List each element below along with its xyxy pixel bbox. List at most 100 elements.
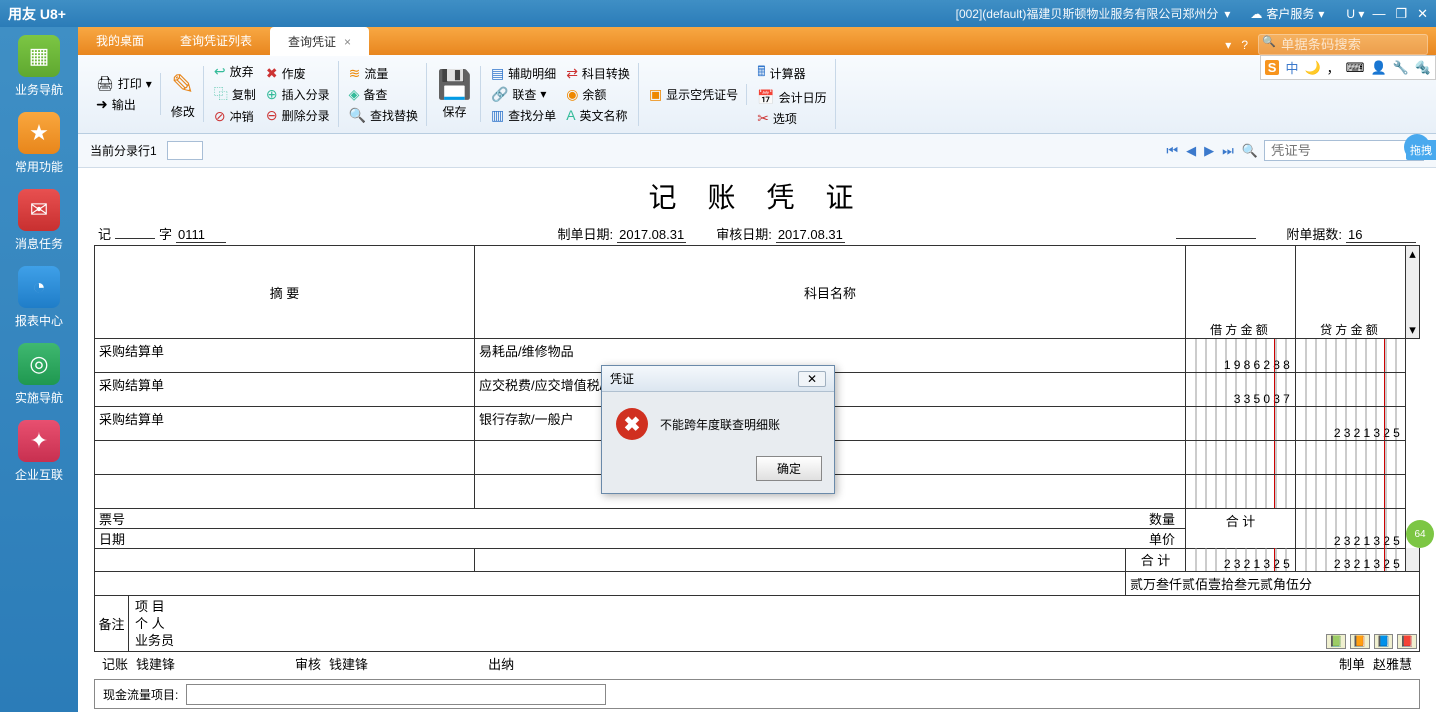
nav-messages[interactable]: ✉消息任务 <box>15 189 63 252</box>
ime-moon-icon[interactable]: 🌙 <box>1304 60 1320 76</box>
customer-service[interactable]: ☁ 客户服务▾ <box>1250 5 1324 22</box>
modify-button[interactable]: ✎修改 <box>171 68 195 120</box>
tab-voucher-list[interactable]: 查询凭证列表 <box>162 26 270 55</box>
help-icon[interactable]: ? <box>1241 38 1248 52</box>
prev-record-icon[interactable]: ◀ <box>1184 143 1198 159</box>
close-icon[interactable]: ✕ <box>1417 6 1428 22</box>
nav-common[interactable]: ★常用功能 <box>15 112 63 175</box>
tab-desktop[interactable]: 我的桌面 <box>78 26 162 55</box>
delete-entry-button[interactable]: ⊖删除分录 <box>266 107 330 124</box>
output-button[interactable]: ➜输出 <box>96 96 152 113</box>
flow-button[interactable]: ≋流量 <box>349 65 418 82</box>
dialog-message: 不能跨年度联查明细账 <box>660 416 780 433</box>
total-credit: 2321325 <box>1296 548 1406 572</box>
voucher-title: 记 账 凭 证 <box>94 176 1420 216</box>
void-button[interactable]: ✖作废 <box>266 65 330 82</box>
scrollbar[interactable]: ▴▾ <box>1406 246 1420 339</box>
tab-close-icon[interactable]: × <box>344 35 351 49</box>
backup-button[interactable]: ◈备查 <box>349 86 418 103</box>
cashflow-input[interactable] <box>186 684 606 705</box>
ime-tool-icon[interactable]: 🔧 <box>1393 60 1409 76</box>
col-abstract: 摘 要 <box>95 246 475 339</box>
copy-button[interactable]: ⿻复制 <box>214 84 256 104</box>
balance-button[interactable]: ◉余额 <box>566 86 630 103</box>
dialog-close-icon[interactable]: ✕ <box>798 371 826 387</box>
abandon-button[interactable]: ↩放弃 <box>214 63 256 80</box>
writeoff-button[interactable]: ⊘冲销 <box>214 108 256 125</box>
sign-sh-value: 钱建锋 <box>329 654 368 673</box>
nav-business[interactable]: ▦业务导航 <box>15 35 63 98</box>
status-icon-2[interactable]: 📙 <box>1350 634 1370 649</box>
restore-icon[interactable]: ❐ <box>1395 6 1407 22</box>
window-buttons: — ❐ ✕ <box>1372 6 1428 22</box>
attach-count: 16 <box>1346 227 1416 243</box>
dialog-title: 凭证 <box>610 370 634 387</box>
chinese-amount: 贰万叁仟贰佰壹拾叁元贰角伍分 <box>1126 572 1420 596</box>
toolbar: 🖨打印 ▾ ➜输出 ✎修改 ↩放弃 ⿻复制 ⊘冲销 ✖作废 ⊕插入分录 ⊖删除分… <box>78 55 1436 134</box>
total-debit: 2321325 <box>1186 548 1296 572</box>
error-icon: ✖ <box>616 408 648 440</box>
sogou-icon: S <box>1265 60 1280 75</box>
audit-date: 2017.08.31 <box>776 227 845 243</box>
voucher-search-icon[interactable]: 🔍 <box>1240 143 1260 159</box>
col-credit: 贷方金额 <box>1296 246 1406 339</box>
current-entry-input[interactable] <box>167 141 203 160</box>
minimize-icon[interactable]: — <box>1372 6 1385 22</box>
dropdown-icon[interactable]: ▾ <box>1224 7 1230 21</box>
drag-handle[interactable]: 拖拽 <box>1406 140 1436 160</box>
link-query-button[interactable]: 🔗联查 ▾ <box>491 86 556 103</box>
insert-entry-button[interactable]: ⊕插入分录 <box>266 86 330 103</box>
english-name-button[interactable]: A英文名称 <box>566 107 630 124</box>
tab-voucher-query[interactable]: 查询凭证× <box>270 27 369 56</box>
calendar-button[interactable]: 📅会计日历 <box>757 89 826 106</box>
search-input[interactable] <box>1258 34 1428 55</box>
make-date: 2017.08.31 <box>617 227 686 243</box>
remarks-section: 备注 项 目 个 人 业务员 📗 📙 📘 📕 <box>94 596 1420 652</box>
ime-comma-icon[interactable]: ， <box>1327 58 1340 77</box>
ime-keyboard-icon[interactable]: ⌨ <box>1346 60 1365 76</box>
nav-impl[interactable]: ◎实施导航 <box>15 343 63 406</box>
ime-indicator: S 中 🌙 ， ⌨ 👤 🔧 🔩 <box>1260 55 1436 80</box>
options-button[interactable]: ✂选项 <box>757 110 826 127</box>
last-record-icon[interactable]: ⏭ <box>1220 143 1236 159</box>
float-badge[interactable]: 64 <box>1406 520 1434 548</box>
nav-reports[interactable]: ◔报表中心 <box>15 266 63 329</box>
nav-row: 当前分录行1 ⏮ ◀ ▶ ⏭ 🔍 <box>78 134 1436 168</box>
col-debit: 借方金额 <box>1186 246 1296 339</box>
subject-convert-button[interactable]: ⇄科目转换 <box>566 65 630 82</box>
col-subject: 科目名称 <box>475 246 1186 339</box>
status-icon-4[interactable]: 📕 <box>1397 634 1417 649</box>
left-nav: ▦业务导航 ★常用功能 ✉消息任务 ◔报表中心 ◎实施导航 ✦企业互联 <box>0 27 78 712</box>
org-name: [002](default)福建贝斯顿物业服务有限公司郑州分 <box>956 5 1219 22</box>
find-replace-button[interactable]: 🔍查找替换 <box>349 107 418 124</box>
sign-jz-value: 钱建锋 <box>136 654 175 673</box>
current-entry-label: 当前分录行1 <box>90 142 157 159</box>
nav-enterprise[interactable]: ✦企业互联 <box>15 420 63 483</box>
voucher-num-input[interactable] <box>1264 140 1424 161</box>
status-icon-1[interactable]: 📗 <box>1326 634 1346 649</box>
next-record-icon[interactable]: ▶ <box>1202 143 1216 159</box>
sign-zd-value: 赵雅慧 <box>1373 654 1412 673</box>
u-menu[interactable]: U ▾ <box>1346 7 1364 21</box>
find-split-button[interactable]: ▥查找分单 <box>491 107 556 124</box>
voucher-number: 0111 <box>176 227 226 243</box>
titlebar: 用友 U8+ [002](default)福建贝斯顿物业服务有限公司郑州分 ▾ … <box>0 0 1436 27</box>
show-empty-button[interactable]: ▣显示空凭证号 <box>649 86 738 103</box>
sum-debit: 2321325 <box>1296 509 1406 549</box>
signature-row: 记账钱建锋 审核钱建锋 出纳 制单赵雅慧 <box>94 652 1420 675</box>
aux-detail-button[interactable]: ▤辅助明细 <box>491 65 556 82</box>
first-record-icon[interactable]: ⏮ <box>1164 143 1180 159</box>
app-logo: 用友 U8+ <box>8 4 66 24</box>
status-icon-3[interactable]: 📘 <box>1374 634 1394 649</box>
tab-menu-icon[interactable]: ▾ <box>1225 38 1231 52</box>
error-dialog: 凭证 ✕ ✖ 不能跨年度联查明细账 确定 <box>601 365 835 494</box>
print-button[interactable]: 🖨打印 ▾ <box>96 75 152 92</box>
ime-wrench-icon[interactable]: 🔩 <box>1415 60 1431 76</box>
ime-lang[interactable]: 中 <box>1285 58 1298 77</box>
cashflow-row: 现金流量项目: <box>94 679 1420 709</box>
dialog-ok-button[interactable]: 确定 <box>756 456 822 481</box>
ime-person-icon[interactable]: 👤 <box>1370 60 1386 76</box>
tab-bar: 我的桌面 查询凭证列表 查询凭证× ▾ ? <box>78 27 1436 55</box>
calculator-button[interactable]: 🖩计算器 <box>757 61 826 85</box>
save-button[interactable]: 💾保存 <box>437 68 472 120</box>
